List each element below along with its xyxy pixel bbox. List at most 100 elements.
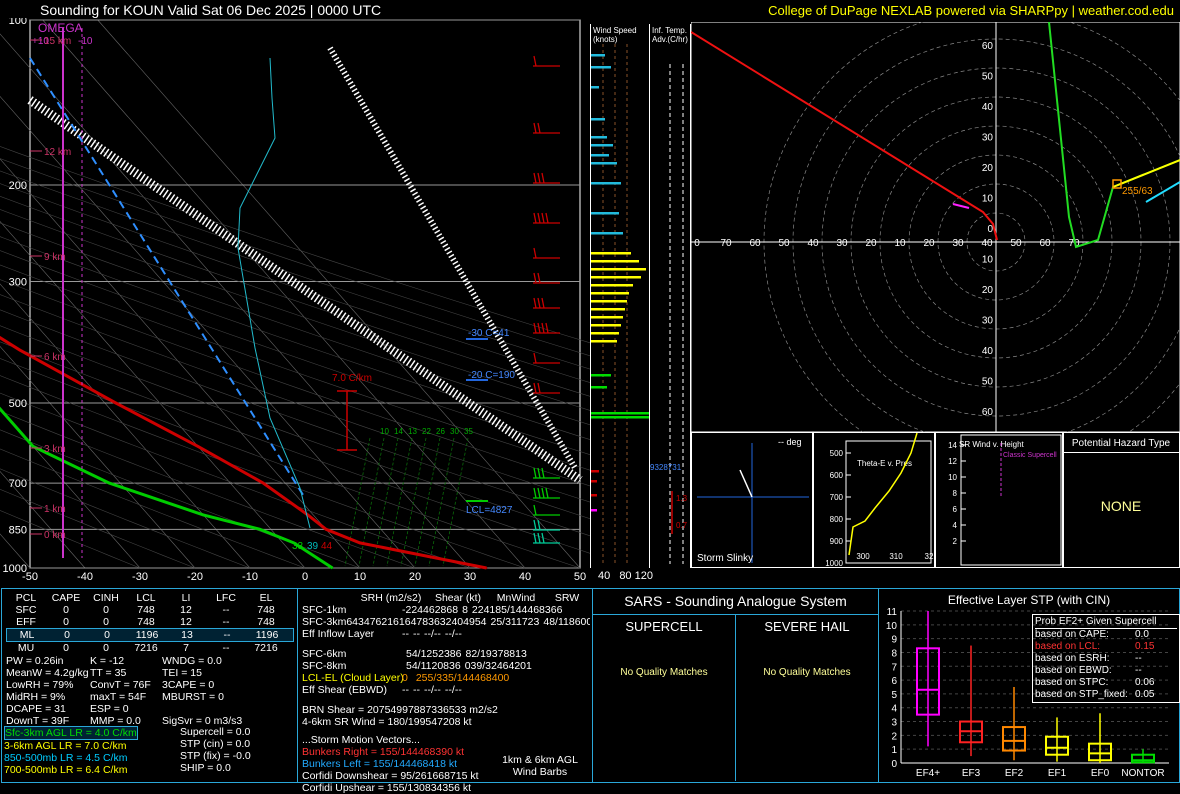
minus20-label: -20 C=190 [468,370,515,381]
wind-speed-bar [591,268,646,271]
theta-y-tick-5: 1000 [825,559,843,567]
theta-x-tick-0: 300 [856,552,870,561]
parcel-cell: EFF [16,616,36,628]
lapse-rate: 700-500mb LR = 6.4 C/km [4,764,128,776]
parcel-cell: 1196 [135,629,159,641]
series-0-point [485,567,488,569]
stp-category-4: EF0 [1091,768,1110,779]
composite-indices: Supercell = 0.0 STP (cin) = 0.0 STP (fix) … [180,726,251,774]
theta-y-tick-1: 600 [830,471,844,480]
indices-table: PW = 0.26in K = -12 WNDG = 0.0 MeanW = 4.2g… [6,655,294,727]
theta-y-tick-4: 900 [830,537,844,546]
stp-y-tick-5: 6 [891,676,897,687]
index-cell: PW = 0.26in [6,655,64,667]
parcel-cell: -- [222,616,230,628]
wind-speed-bar [591,232,623,235]
series-0-point [18,349,21,351]
stp-y-tick-8: 3 [891,718,897,729]
index-cell: TT = 35 [90,667,127,679]
index-cell: K = -12 [90,655,125,667]
stp-legend-label: based on CAPE: [1035,629,1109,640]
inf-temp-value-1: 1.3 [676,494,688,503]
pressure-ticks: 1002003005007008501000 [3,18,27,575]
kin-cell: 255/335/144468400 [415,672,510,684]
wind-speed-bar [591,252,631,255]
parcel-cell: MU [17,642,35,654]
wind-speed-bar [591,480,597,483]
km-label-1: 12 km [44,147,71,158]
hodo-x-label-4: 40 [807,238,819,249]
wind-speed-bar [591,316,623,319]
ws-tick-80: 80 [619,570,632,582]
kin-header-cell [302,592,352,604]
temp-tick-5: 0 [302,571,308,583]
hodograph: 60504030201001020304050600 70 60 50 40 30 20 10… [691,22,1180,432]
stp-y-tick-7: 4 [891,704,897,715]
stp-legend: Prob EF2+ Given Supercell based on CAPE:… [1032,614,1180,703]
table-row: based on STPC: 0.06 [1035,677,1177,689]
hazard-panel: Potential Hazard Type NONE [1062,432,1180,568]
page-title: Sounding for KOUN Valid Sat 06 Dec 2025 … [40,2,382,18]
kin-cell: 643476216164783632404954 [346,616,487,628]
stp-y-tick-1: 10 [886,621,898,632]
parcel-panel: PCL CAPE CINH LCL LI LFC EL SFC 0 0 748 12 -- 748 EFF… [1,588,298,783]
parcel-cell: -- [222,604,230,616]
mixing-ratio-label-1: 14 [394,427,403,436]
parcel-table: PCL CAPE CINH LCL LI LFC EL SFC 0 0 748 12 -- 748 EFF… [6,592,294,654]
composite-index: SHIP = 0.0 [180,762,231,774]
hodo-ring-label-10: 40 [982,346,994,357]
km-label-6: 0 km [44,530,66,541]
composite-index: STP (fix) = -0.0 [180,750,251,762]
table-row: MU 0 0 7216 7 -- 7216 [6,642,294,654]
wind-speed-bar [591,284,633,287]
parcel-cell: 748 [257,616,275,628]
kin-cell: --/-- [424,628,441,640]
parcel-cell: 13 [181,629,193,641]
sr-y-tick-5: 4 [953,521,958,530]
wind-speed-ticks: 40 80 120 [598,570,653,582]
index-cell: MBURST = 0 [162,691,224,703]
credit-text: College of DuPage NEXLAB powered via SHA… [768,3,1174,18]
table-row: SFC-6km 54/1252386 82/19378813 [302,648,590,660]
sr-wind-tag: Classic Supercell [1003,452,1057,459]
kin-label: SFC-8km [302,660,347,672]
pressure-tick-300: 300 [9,276,27,288]
sr-wind-chart: SR Wind v. Height Classic Supercell 14 12… [948,434,1062,566]
inf-temp-graph: 9328731 1.3 0.7 [650,64,688,564]
sr-wind-46: 4-6km SR Wind = 180/199547208 kt [302,716,472,728]
theta-y-tick-2: 700 [830,493,844,502]
table-row: based on CAPE: 0.0 [1035,629,1177,641]
kin-cell: 224185/144468366 [471,604,563,616]
hodo-ring-label-8: 20 [982,285,994,296]
parcel-cell: 748 [137,616,155,628]
sr-y-tick-3: 8 [953,489,958,498]
index-cell: MidRH = 9% [6,691,66,703]
parcel-cell: 7 [183,642,189,654]
temp-tick-6: 10 [354,571,366,583]
mixing-ratio-label-2: 13 [408,427,417,436]
hodo-ring-label-5: 10 [982,194,994,205]
inf-temp-panel: Inf. Temp. Adv.(C/hr) 9328731 1.3 0.7 [650,24,691,568]
temp-tick-10: 50 [574,571,586,583]
stp-y-tick-3: 8 [891,648,897,659]
wind-speed-bar [591,332,619,335]
pressure-tick-850: 850 [9,524,27,536]
kinematics-panel: SRH (m2/s2) Shear (kt) MnWind SRW SFC-1km -22… [297,588,593,794]
hodo-x-label-10: 40 [981,238,993,249]
series-1-point [259,528,261,531]
temp-tick-9: 40 [519,571,531,583]
table-row: based on STP_fixed: 0.05 [1035,689,1177,701]
index-cell: WNDG = 0.0 [162,655,222,667]
sfc-dewpoint-value: 33 [292,541,304,552]
index-cell: 3CAPE = 0 [162,679,215,691]
stp-y-tick-11: 0 [891,759,897,770]
stp-y-tick-6: 5 [891,690,897,701]
table-row: EFF 0 0 748 12 -- 748 [6,616,294,628]
kin-cell: 25/311723 [490,616,540,628]
stp-legend-label: based on EBWD: [1035,665,1112,676]
km-label-5: 1 km [44,504,66,515]
temp-tick-1: -40 [77,571,93,583]
hodo-x-label-2: 60 [749,238,761,249]
series-1-point [202,514,205,516]
kin-header-cell: SRW [554,592,580,604]
